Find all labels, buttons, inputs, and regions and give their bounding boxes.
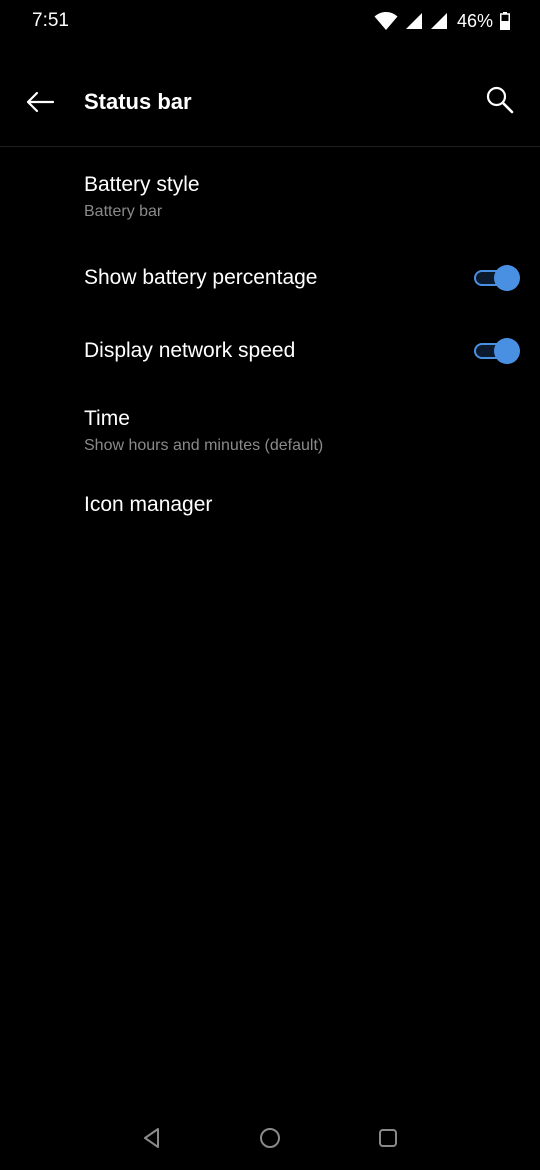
battery-icon bbox=[500, 12, 510, 30]
nav-home-button[interactable] bbox=[252, 1122, 288, 1158]
battery-style-item[interactable]: Battery style Battery bar bbox=[0, 147, 540, 242]
recents-square-icon bbox=[377, 1127, 399, 1154]
home-circle-icon bbox=[259, 1127, 281, 1154]
nav-recents-button[interactable] bbox=[370, 1122, 406, 1158]
toggle-thumb bbox=[494, 265, 520, 291]
settings-list: Battery style Battery bar Show battery p… bbox=[0, 147, 540, 543]
show-battery-percentage-title: Show battery percentage bbox=[84, 266, 318, 289]
arrow-left-icon bbox=[25, 91, 55, 118]
system-status-bar: 7:51 46% bbox=[0, 0, 540, 42]
signal-icon bbox=[405, 12, 423, 30]
icon-manager-title: Icon manager bbox=[84, 493, 213, 516]
back-button[interactable] bbox=[16, 80, 64, 128]
battery-percentage: 46% bbox=[456, 10, 493, 31]
navigation-bar bbox=[0, 1110, 540, 1170]
toggle-thumb bbox=[494, 338, 520, 364]
wifi-icon bbox=[374, 11, 398, 31]
time-title: Time bbox=[84, 407, 130, 430]
page-title: Status bar bbox=[84, 89, 192, 114]
display-network-speed-item[interactable]: Display network speed bbox=[0, 315, 540, 388]
display-network-speed-title: Display network speed bbox=[84, 339, 296, 362]
back-triangle-icon bbox=[141, 1127, 163, 1154]
time-item[interactable]: Time Show hours and minutes (default) bbox=[0, 388, 540, 483]
show-battery-percentage-toggle[interactable] bbox=[474, 265, 520, 291]
icon-manager-item[interactable]: Icon manager bbox=[0, 483, 540, 543]
show-battery-percentage-item[interactable]: Show battery percentage bbox=[0, 242, 540, 315]
app-bar: Status bar bbox=[0, 62, 540, 146]
display-network-speed-toggle[interactable] bbox=[474, 338, 520, 364]
battery-style-subtitle: Battery bar bbox=[84, 203, 163, 220]
search-button[interactable] bbox=[476, 78, 524, 126]
battery-style-title: Battery style bbox=[84, 173, 200, 196]
nav-back-button[interactable] bbox=[134, 1122, 170, 1158]
time-subtitle: Show hours and minutes (default) bbox=[84, 437, 324, 454]
signal-icon bbox=[430, 12, 448, 30]
status-time: 7:51 bbox=[32, 10, 69, 31]
status-icons: 46% bbox=[374, 9, 510, 33]
search-icon bbox=[485, 85, 515, 120]
